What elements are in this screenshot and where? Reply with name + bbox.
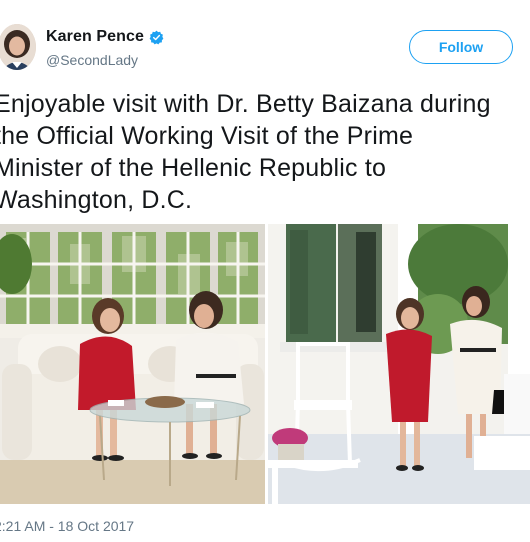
user-handle[interactable]: @SecondLady bbox=[46, 52, 138, 68]
name-row: Karen Pence bbox=[46, 28, 164, 46]
tweet-photos bbox=[0, 224, 530, 504]
verified-badge-icon bbox=[149, 30, 164, 45]
tweet-card: Karen Pence @SecondLady Follow Enjoyable… bbox=[0, 0, 530, 542]
photo-sitting-room[interactable] bbox=[0, 224, 265, 504]
tweet-timestamp[interactable]: 2:21 AM - 18 Oct 2017 bbox=[0, 518, 134, 534]
tweet-text: Enjoyable visit with Dr. Betty Baizana d… bbox=[0, 90, 491, 214]
tweet-header: Karen Pence @SecondLady Follow bbox=[0, 22, 530, 78]
display-name[interactable]: Karen Pence bbox=[46, 28, 144, 46]
photo-porch[interactable] bbox=[268, 224, 530, 504]
avatar[interactable] bbox=[0, 24, 36, 70]
follow-button[interactable]: Follow bbox=[409, 30, 513, 64]
